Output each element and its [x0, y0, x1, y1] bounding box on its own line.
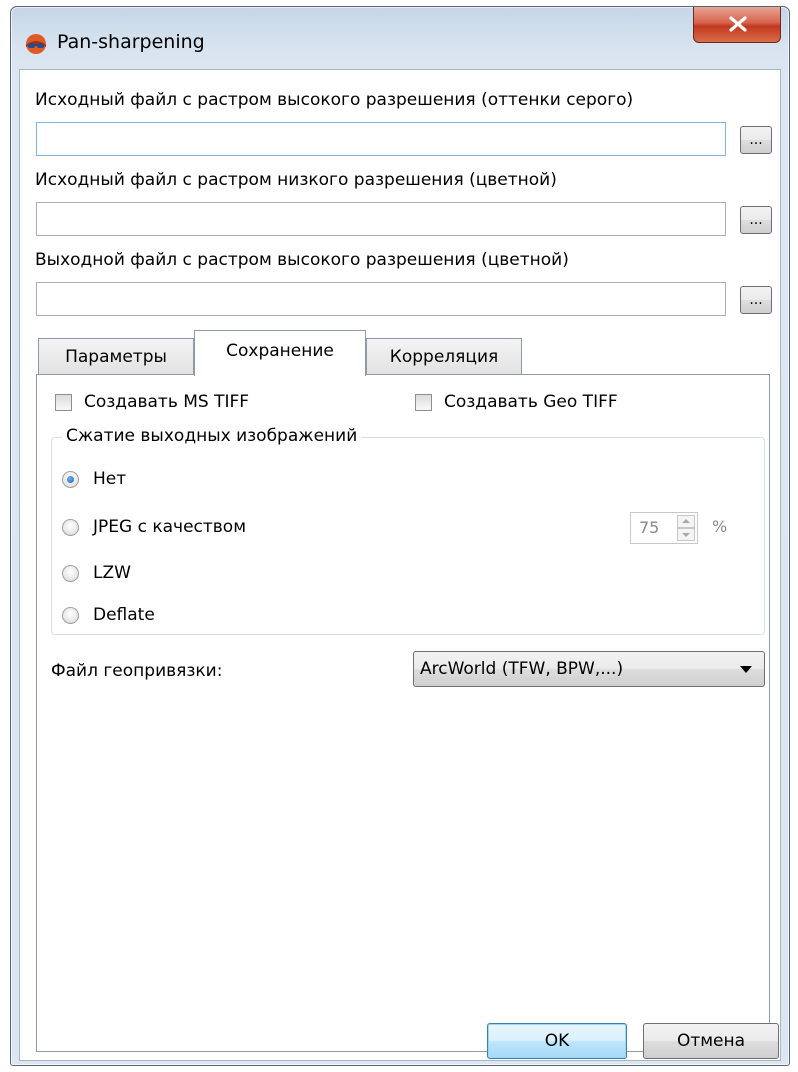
create-ms-tiff-label: Создавать MS TIFF [84, 392, 250, 412]
create-ms-tiff-checkbox[interactable]: Создавать MS TIFF [55, 391, 249, 413]
ok-button[interactable]: OK [487, 1023, 627, 1059]
close-button[interactable] [693, 7, 781, 43]
create-geo-tiff-checkbox[interactable]: Создавать Geo TIFF [415, 391, 618, 413]
pan-sharpening-dialog: Pan-sharpening Исходный файл с растром в… [10, 6, 790, 1066]
geo-file-label: Файл геопривязки: [51, 661, 223, 681]
geo-file-dropdown[interactable]: ArcWorld (TFW, BPW,...) [413, 651, 765, 687]
jpeg-quality-value: 75 [639, 518, 660, 537]
radio-button[interactable] [62, 606, 79, 624]
low-res-browse-button[interactable]: ... [740, 206, 772, 234]
create-geo-tiff-label: Создавать Geo TIFF [444, 392, 618, 412]
checkbox-box[interactable] [415, 393, 432, 411]
high-res-browse-button[interactable]: ... [740, 126, 772, 154]
compression-group: Сжатие выходных изображений Нет JPEG с к… [51, 426, 765, 635]
tabs-area: Параметры Сохранение Корреляция Создават… [20, 322, 780, 1060]
geo-file-value: ArcWorld (TFW, BPW,...) [420, 659, 624, 679]
radio-none-label: Нет [93, 469, 127, 489]
tab-saving[interactable]: Сохранение [194, 330, 366, 376]
high-res-file-label: Исходный файл с растром высокого разреше… [35, 90, 634, 110]
chevron-down-icon [740, 666, 752, 673]
radio-button[interactable] [62, 518, 79, 536]
close-icon [729, 16, 747, 32]
spin-up-arrow-icon[interactable] [677, 515, 695, 528]
radio-deflate-label: Deflate [93, 605, 155, 625]
output-file-label: Выходной файл с растром высокого разреше… [35, 250, 569, 270]
percent-label: % [712, 517, 728, 536]
tab-parameters[interactable]: Параметры [38, 338, 194, 374]
radio-none[interactable]: Нет [62, 468, 126, 490]
high-res-file-input[interactable] [36, 122, 726, 156]
low-res-file-input[interactable] [36, 202, 726, 236]
radio-button[interactable] [62, 470, 79, 488]
radio-lzw-label: LZW [93, 563, 131, 583]
spin-down-arrow-icon[interactable] [677, 528, 695, 541]
app-icon [25, 33, 47, 55]
radio-lzw[interactable]: LZW [62, 562, 131, 584]
checkbox-box[interactable] [55, 393, 72, 411]
tab-correlation[interactable]: Корреляция [366, 338, 522, 374]
cancel-button[interactable]: Отмена [643, 1023, 779, 1059]
low-res-file-label: Исходный файл с растром низкого разрешен… [35, 170, 557, 190]
radio-button[interactable] [62, 564, 79, 582]
saving-tab-panel: Создавать MS TIFF Создавать Geo TIFF Сжа… [36, 374, 770, 1052]
jpeg-quality-spinbox[interactable]: 75 [630, 512, 698, 544]
window-title: Pan-sharpening [57, 31, 205, 53]
dialog-client-area: Исходный файл с растром высокого разреше… [19, 69, 781, 1061]
radio-deflate[interactable]: Deflate [62, 604, 155, 626]
radio-jpeg[interactable]: JPEG с качеством [62, 516, 246, 538]
title-bar: Pan-sharpening [11, 7, 789, 73]
output-file-input[interactable] [36, 282, 726, 316]
radio-jpeg-label: JPEG с качеством [93, 517, 247, 537]
output-browse-button[interactable]: ... [740, 286, 772, 314]
compression-group-title: Сжатие выходных изображений [62, 426, 362, 446]
